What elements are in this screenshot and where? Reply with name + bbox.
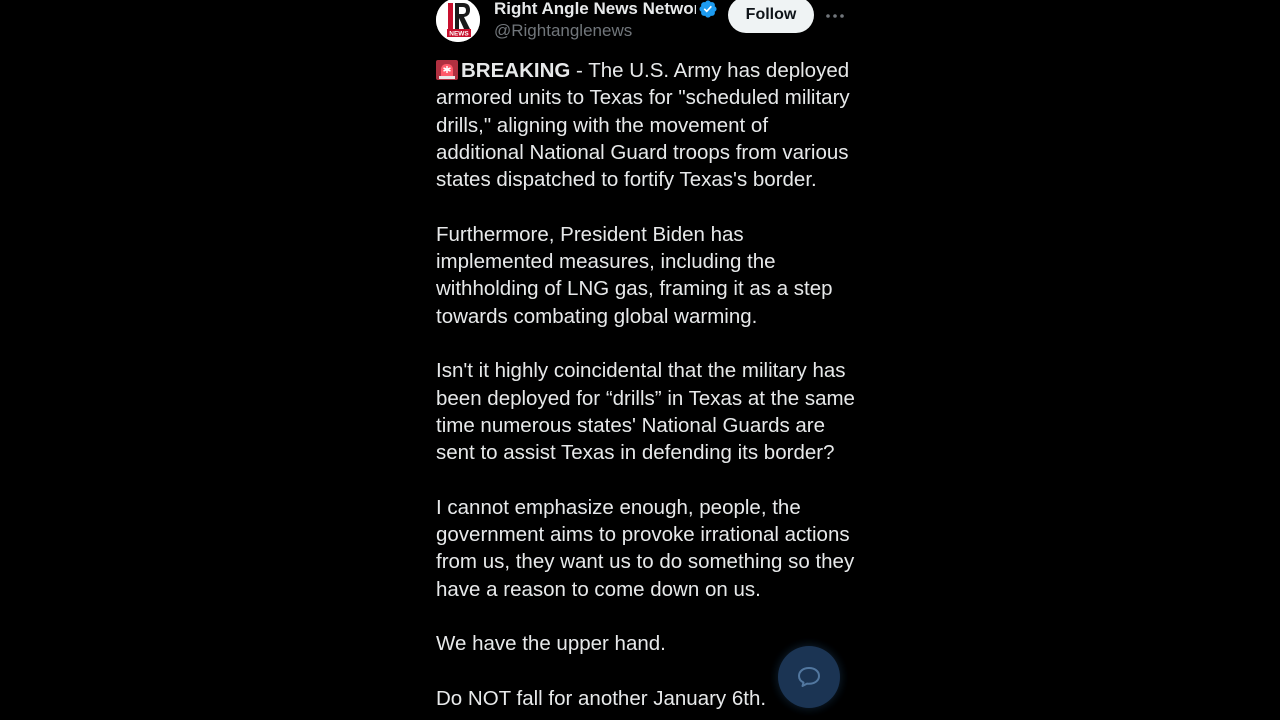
siren-icon	[436, 60, 458, 80]
post-line: withholding of LNG gas, framing it as a …	[436, 277, 833, 301]
post-paragraph: BREAKING - The U.S. Army has deployed ar…	[436, 57, 850, 193]
post-line: Furthermore, President Biden has	[436, 222, 744, 246]
post-line: sent to assist Texas in defending its bo…	[436, 441, 835, 465]
post-paragraph: We have the upper hand.	[436, 630, 848, 657]
post-line: armored units to Texas for "scheduled mi…	[436, 86, 850, 110]
post-line: been deployed for “drills” in Texas at t…	[436, 386, 855, 410]
post-line: drills," aligning with the movement of	[436, 113, 769, 137]
chat-bubble-icon	[798, 667, 820, 687]
account-name-row[interactable]: Right Angle News Network	[494, 0, 720, 22]
display-name[interactable]: Right Angle News Network	[494, 0, 696, 19]
avatar[interactable]: NEWS	[436, 0, 480, 42]
post-line: I cannot emphasize enough, people, the	[436, 495, 801, 519]
post-text: BREAKING - The U.S. Army has deployed ar…	[436, 57, 855, 712]
post-paragraph: Furthermore, President Biden has impleme…	[436, 221, 848, 330]
post-line: states dispatched to fortify Texas's bor…	[436, 168, 817, 192]
follow-button[interactable]: Follow	[728, 0, 814, 33]
post-line: Isn't it highly coincidental that the mi…	[436, 359, 846, 383]
post-line: BREAKING - The U.S. Army has deployed	[436, 57, 850, 84]
verified-badge-icon	[699, 0, 717, 18]
breaking-label: BREAKING	[461, 59, 571, 82]
post-line: We have the upper hand.	[436, 632, 666, 656]
post-line: time numerous states' National Guards ar…	[436, 413, 826, 437]
post-line-text: - The U.S. Army has deployed	[570, 59, 850, 82]
post-paragraph: I cannot emphasize enough, people, the g…	[436, 494, 855, 603]
post-line: additional National Guard troops from va…	[436, 140, 849, 164]
post-line: towards combating global warming.	[436, 304, 758, 328]
post-paragraph: Isn't it highly coincidental that the mi…	[436, 357, 855, 466]
logo-wordmark: NEWS	[449, 31, 469, 38]
post-line: from us, they want us to do something so…	[436, 550, 855, 574]
reply-fab-button[interactable]	[778, 646, 840, 708]
post-line: implemented measures, including the	[436, 250, 776, 274]
more-options-icon[interactable]	[824, 6, 846, 26]
right-angle-news-logo: NEWS	[436, 0, 480, 42]
post-line: have a reason to come down on us.	[436, 577, 761, 601]
post: NEWS Right Angle News Network @Rightangl…	[436, 0, 855, 720]
account-handle[interactable]: @Rightanglenews	[494, 21, 632, 41]
post-line: government aims to provoke irrational ac…	[436, 523, 850, 547]
